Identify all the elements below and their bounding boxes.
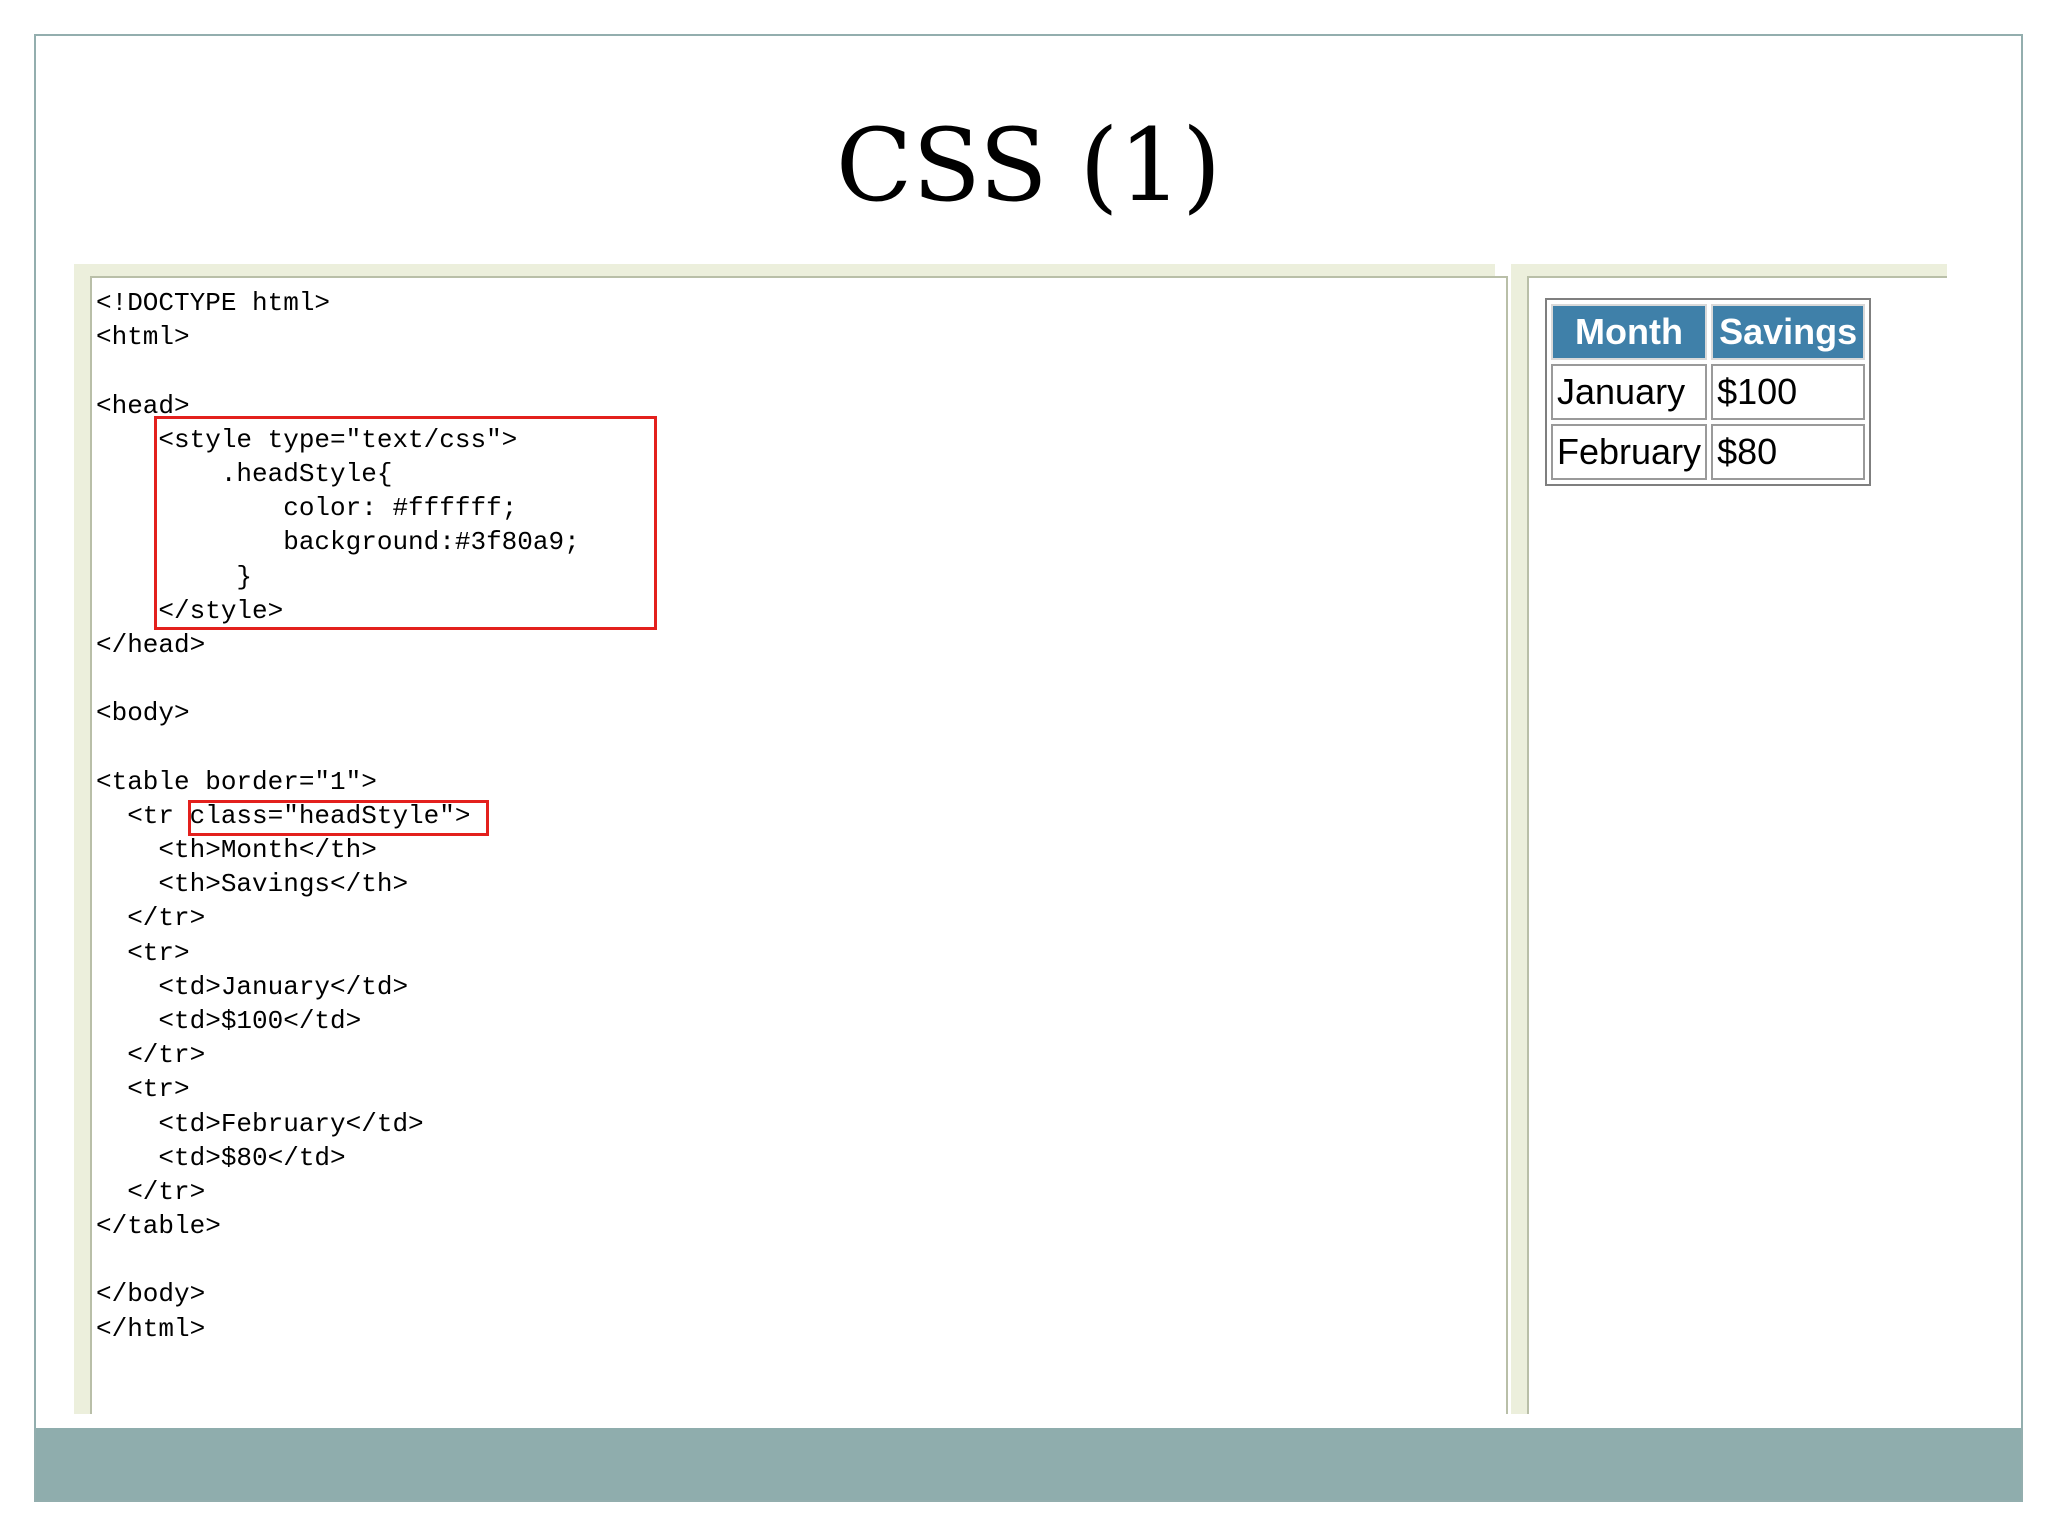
- code-line: </tr>: [96, 903, 206, 934]
- table-header-cell: Month: [1551, 304, 1708, 360]
- class-attribute-highlight: [188, 800, 489, 836]
- code-line: </tr>: [96, 1040, 206, 1071]
- code-line: <tr>: [96, 1074, 190, 1105]
- code-line: <table border="1">: [96, 766, 377, 797]
- code-editor-pane: <!DOCTYPE html> <html> <head> <style type=…: [90, 276, 1508, 1414]
- table-cell: February: [1551, 424, 1708, 480]
- code-line: <th>Savings</th>: [96, 869, 409, 900]
- code-line: <body>: [96, 698, 190, 729]
- rendered-table: Month Savings January $100 February $80: [1545, 298, 1872, 486]
- code-line: </table>: [96, 1211, 221, 1242]
- table-cell: $80: [1711, 424, 1866, 480]
- code-line: </tr>: [96, 1176, 206, 1207]
- code-line: <td>February</td>: [96, 1108, 424, 1139]
- slide: CSS (1) <!DOCTYPE html> <html> <head> <sty…: [34, 34, 2023, 1502]
- table-cell: $100: [1711, 364, 1866, 420]
- table-cell: January: [1551, 364, 1708, 420]
- code-line: <td>January</td>: [96, 971, 409, 1002]
- slide-title: CSS (1): [835, 107, 1222, 224]
- footer-band: [36, 1428, 2021, 1500]
- code-line: <html>: [96, 322, 190, 353]
- browser-preview-pane: Month Savings January $100 February $80: [1527, 276, 1947, 1414]
- code-line: </body>: [96, 1279, 206, 1310]
- style-block-highlight: [154, 416, 657, 630]
- table-header-cell: Savings: [1711, 304, 1866, 360]
- code-line: <th>Month</th>: [96, 835, 377, 865]
- code-editor-frame: <!DOCTYPE html> <html> <head> <style type=…: [74, 264, 1508, 1414]
- code-line: <tr>: [96, 937, 190, 968]
- code-line: <!DOCTYPE html>: [96, 288, 331, 318]
- table-header-row: Month Savings: [1551, 304, 1866, 360]
- code-line: </html>: [96, 1313, 206, 1344]
- table-row: January $100: [1551, 364, 1866, 420]
- code-line: </head>: [96, 629, 206, 660]
- code-line: <td>$80</td>: [96, 1142, 346, 1173]
- browser-preview-frame: Month Savings January $100 February $80: [1511, 264, 1947, 1414]
- table-row: February $80: [1551, 424, 1866, 480]
- code-line: <td>$100</td>: [96, 1005, 362, 1036]
